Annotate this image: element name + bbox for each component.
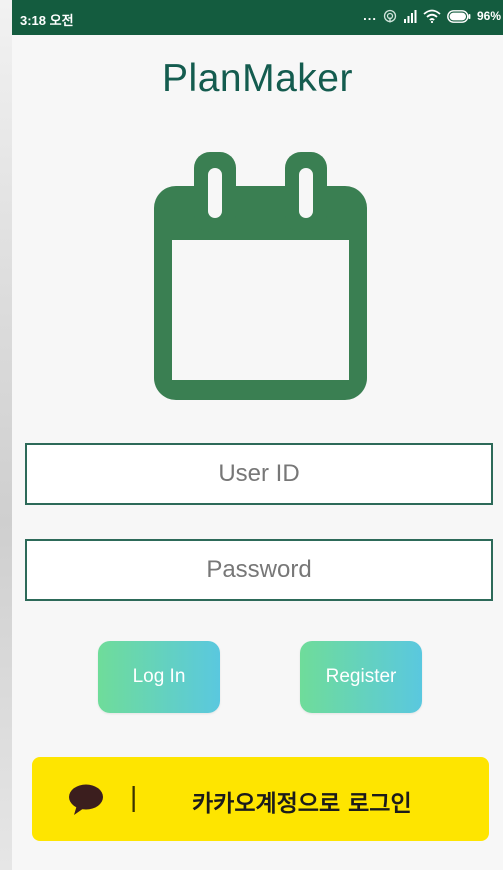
status-bar: 3:18 오전 ... 96% [12, 0, 503, 35]
login-button-label: Log In [132, 666, 186, 687]
wifi-icon [423, 9, 441, 23]
register-button-label: Register [325, 666, 397, 687]
login-button[interactable]: Log In [98, 641, 220, 713]
chat-bubble-icon [68, 784, 104, 820]
background-strip [0, 0, 12, 870]
kakao-login-button[interactable]: | 카카오계정으로 로그인 [32, 757, 489, 841]
status-time: 3:18 오전 [20, 13, 74, 28]
kakao-separator: | [130, 781, 138, 812]
battery-percent: 96% [476, 9, 501, 23]
status-icons: ... 96% [363, 9, 501, 23]
app-title: PlanMaker [162, 57, 353, 100]
register-button[interactable]: Register [300, 641, 422, 713]
user-id-field[interactable] [25, 443, 493, 505]
battery-icon [447, 9, 471, 23]
app-screen: 3:18 오전 ... 96% PlanMaker User ID Log In… [12, 0, 503, 870]
hotspot-icon [383, 9, 397, 23]
user-id-input[interactable] [27, 445, 491, 503]
password-field[interactable] [25, 539, 493, 601]
password-input[interactable] [27, 541, 491, 599]
calendar-icon [154, 152, 367, 404]
notification-dots: ... [363, 8, 377, 23]
kakao-login-label: 카카오계정으로 로그인 [192, 791, 412, 817]
signal-icon [403, 9, 417, 23]
